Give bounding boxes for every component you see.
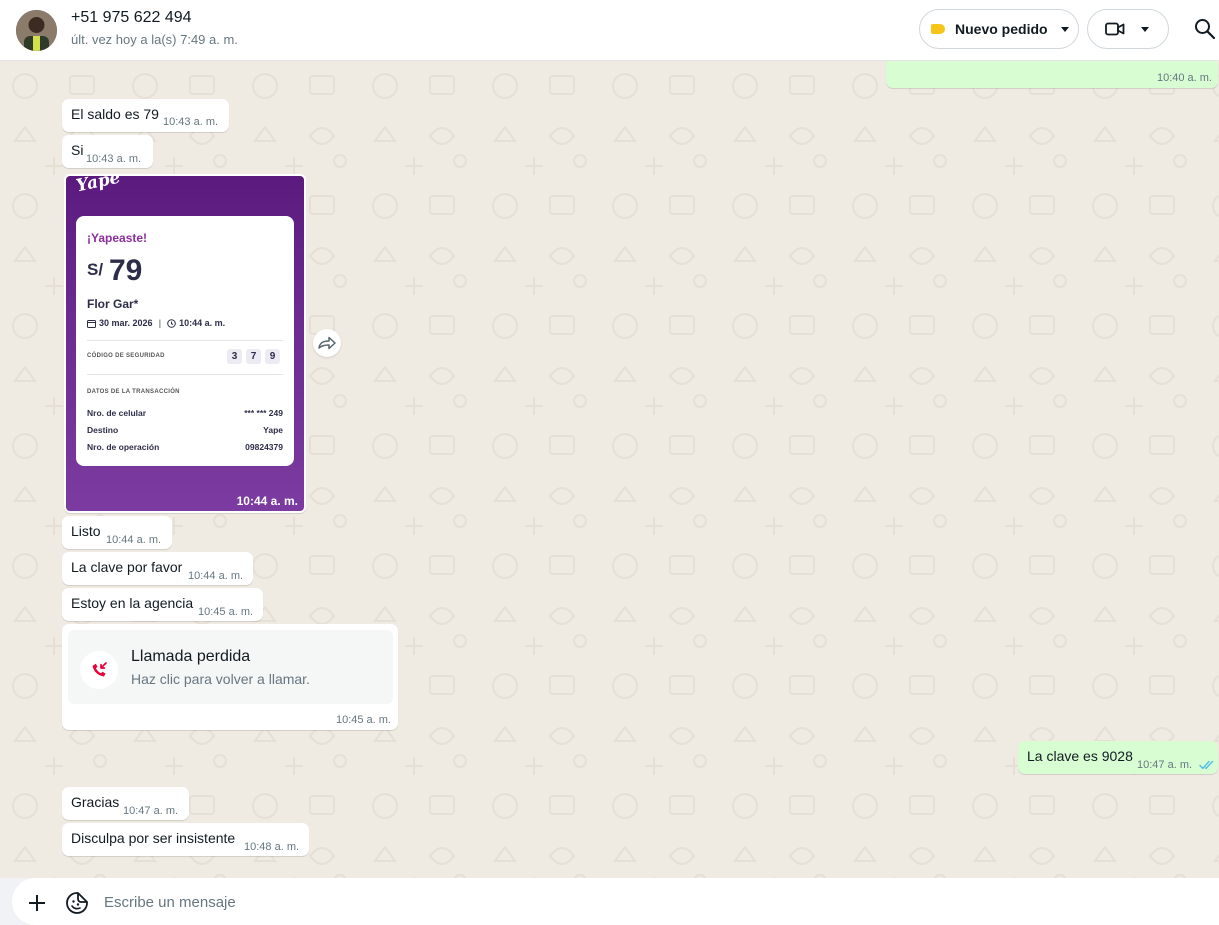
attach-button[interactable] [26,892,48,914]
receipt-row-value: 09824379 [245,442,283,452]
receipt-row: Nro. de celular *** *** 249 [87,408,283,418]
read-receipt-icon [1199,760,1214,770]
video-icon [1105,22,1125,36]
message-text: Si [71,142,84,158]
message-time: 10:48 a. m. [244,841,300,853]
message-list[interactable]: 10:40 a. m. El saldo es 79 10:43 a. m. S… [0,61,1219,878]
missed-call-title: Llamada perdida [131,648,251,665]
receipt-row: Nro. de operación 09824379 [87,442,283,452]
security-code-label: CÓDIGO DE SEGURIDAD [87,353,165,359]
transaction-data-label: DATOS DE LA TRANSACCIÓN [87,389,180,395]
new-order-button[interactable]: Nuevo pedido [919,9,1079,49]
receipt-row: Destino Yape [87,425,283,435]
receipt-row-label: Nro. de celular [87,408,147,418]
missed-call-icon [80,651,118,689]
message-time: 10:44 a. m. [106,534,162,546]
divider [87,374,283,375]
message-time: 10:47 a. m. [123,805,179,817]
yape-logo: Yape [74,174,123,197]
message-composer [0,878,1219,925]
divider [87,340,283,341]
missed-call-card[interactable]: Llamada perdida Haz clic para volver a l… [68,630,393,704]
security-digit: 3 [227,349,242,364]
clock-icon [167,318,176,328]
message-text: Disculpa por ser insistente [71,830,236,846]
message-time: 10:44 a. m. [236,494,298,508]
message-time: 10:40 a. m. [1156,72,1212,84]
receipt-recipient: Flor Gar* [87,297,139,311]
missed-call-subtitle: Haz clic para volver a llamar. [131,671,310,687]
message-bubble-incoming[interactable]: Listo 10:44 a. m. [62,516,172,549]
contact-name[interactable]: +51 975 622 494 [71,9,192,27]
message-bubble-incoming[interactable]: Si 10:43 a. m. [62,135,153,168]
message-bubble-incoming[interactable]: Gracias 10:47 a. m. [62,787,189,820]
sticker-button[interactable] [65,891,89,915]
search-button[interactable] [1190,15,1218,43]
contact-avatar[interactable] [16,10,57,51]
search-icon [1195,19,1216,40]
chevron-down-icon [1060,26,1069,32]
missed-call-message[interactable]: Llamada perdida Haz clic para volver a l… [62,624,398,730]
message-text: El saldo es 79 [71,106,159,122]
message-time: 10:43 a. m. [86,153,142,165]
security-code-digits: 3 7 9 [227,349,280,364]
separator: | [158,318,162,328]
receipt-row-label: Destino [87,425,119,435]
message-bubble-incoming[interactable]: Disculpa por ser insistente 10:48 a. m. [62,823,309,856]
chevron-down-icon [1141,26,1149,32]
security-digit: 7 [246,349,261,364]
receipt-row-label: Nro. de operación [87,442,160,452]
message-bubble-outgoing[interactable]: La clave es 9028 10:47 a. m. [1018,741,1218,774]
message-text: Listo [71,523,101,539]
label-tag-icon [931,24,945,34]
message-time: 10:45 a. m. [335,714,391,726]
message-bubble-incoming[interactable]: La clave por favor 10:44 a. m. [62,552,253,585]
message-input[interactable] [104,890,1004,914]
forward-icon [318,336,336,350]
message-text: La clave por favor [71,559,183,575]
image-message-receipt[interactable]: Yape ¡Yapeaste! S/ 79 Flor Gar* 30 mar. … [64,174,306,513]
receipt-card: ¡Yapeaste! S/ 79 Flor Gar* 30 mar. 2026 … [76,216,294,466]
message-text: Gracias [71,794,120,810]
receipt-date: 30 mar. 2026 [99,318,153,328]
message-time: 10:44 a. m. [188,570,244,582]
chat-header: +51 975 622 494 últ. vez hoy a la(s) 7:4… [0,0,1219,61]
calendar-icon [87,319,96,328]
plus-icon [29,895,45,911]
message-time: 10:45 a. m. [198,606,254,618]
receipt-currency: S/ [87,260,104,279]
receipt-time: 10:44 a. m. [179,318,226,328]
receipt-datetime: 30 mar. 2026 | 10:44 a. m. [87,318,225,328]
receipt-title: ¡Yapeaste! [87,231,148,245]
message-time: 10:43 a. m. [163,116,219,128]
receipt-row-value: Yape [263,425,283,435]
message-time: 10:47 a. m. [1137,759,1193,771]
sticker-icon [66,892,88,914]
message-text: La clave es 9028 [1027,748,1133,764]
receipt-row-value: *** *** 249 [244,408,283,418]
message-bubble-outgoing[interactable]: 10:40 a. m. [886,61,1218,88]
receipt-amount: 79 [109,254,143,287]
message-bubble-incoming[interactable]: Estoy en la agencia 10:45 a. m. [62,588,263,621]
message-text: Estoy en la agencia [71,595,194,611]
forward-button[interactable] [313,329,341,357]
new-order-label: Nuevo pedido [955,21,1048,37]
video-call-button[interactable] [1087,9,1169,49]
security-digit: 9 [265,349,280,364]
last-seen-status: últ. vez hoy a la(s) 7:49 a. m. [71,32,238,47]
message-bubble-incoming[interactable]: El saldo es 79 10:43 a. m. [62,99,229,132]
